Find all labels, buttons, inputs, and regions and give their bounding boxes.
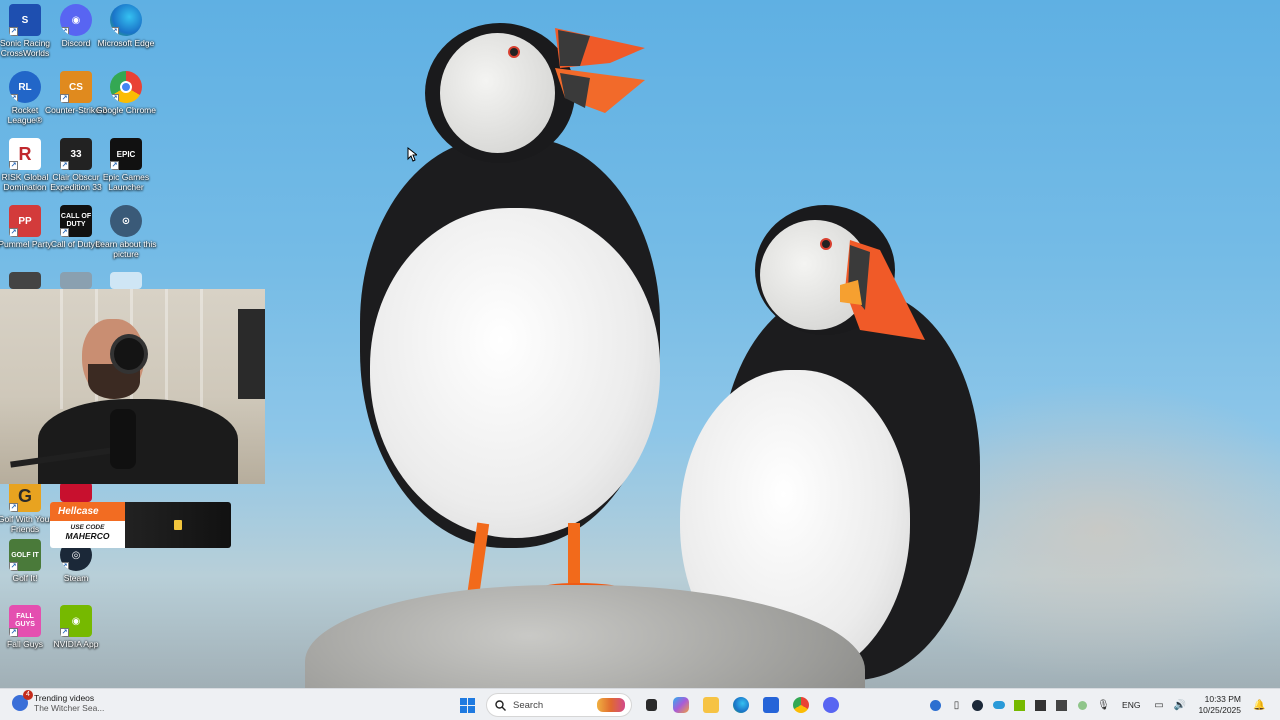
taskbar-app-edge[interactable] bbox=[728, 692, 754, 718]
webcam-overlay bbox=[0, 289, 265, 484]
epic-games-icon: EPIC ↗ bbox=[110, 138, 142, 170]
windows-logo-icon bbox=[459, 697, 475, 713]
desktop-icon-epic-games[interactable]: EPIC ↗ Epic Games Launcher bbox=[95, 138, 157, 192]
start-button[interactable] bbox=[454, 692, 480, 718]
fall-guys-logo-text: FALL GUYS bbox=[15, 613, 35, 628]
icon-label: Steam bbox=[63, 573, 89, 583]
puffin-left bbox=[360, 18, 660, 638]
desktop-icon-among[interactable] bbox=[45, 482, 107, 502]
chrome-icon bbox=[793, 697, 809, 713]
taskbar-app-chrome[interactable] bbox=[788, 692, 814, 718]
notification-bell-icon[interactable]: 🔔 bbox=[1252, 697, 1268, 713]
golf-with-friends-icon: G ↗ bbox=[9, 480, 41, 512]
icon-label: Google Chrome bbox=[95, 105, 156, 115]
chrome-icon: ↗ bbox=[110, 71, 142, 103]
nvidia-icon: ◉ ↗ bbox=[60, 605, 92, 637]
promo-banner: Hellcase USE CODE MAHERCO bbox=[50, 502, 231, 548]
gem-icon bbox=[174, 520, 182, 530]
edge-icon: ↗ bbox=[110, 4, 142, 36]
taskbar-apps: Search bbox=[452, 692, 846, 718]
desktop-icon-edge[interactable]: ↗ Microsoft Edge bbox=[95, 4, 157, 48]
notification-badge: 4 bbox=[23, 690, 33, 700]
widgets-button[interactable]: 4 Trending videos The Witcher Sea... bbox=[12, 690, 105, 713]
app-tray-icon[interactable] bbox=[1054, 697, 1070, 713]
widget-title: Trending videos bbox=[34, 693, 95, 703]
clair-obscur-icon: 33 ↗ bbox=[60, 138, 92, 170]
golf-it-icon: GOLF IT ↗ bbox=[9, 539, 41, 571]
discord-icon: ◉ ↗ bbox=[60, 4, 92, 36]
call-of-duty-icon: CALL OF DUTY ↗ bbox=[60, 205, 92, 237]
icon-label: Epic Games Launcher bbox=[102, 172, 150, 192]
fall-guys-icon: FALL GUYS ↗ bbox=[9, 605, 41, 637]
usb-icon[interactable]: ▯ bbox=[949, 697, 965, 713]
beak-right bbox=[840, 240, 925, 340]
game-icon bbox=[9, 272, 41, 289]
status-dot-icon[interactable] bbox=[1075, 697, 1091, 713]
volume-icon[interactable]: 🔊 bbox=[1172, 697, 1188, 713]
network-icon[interactable]: ▭ bbox=[1151, 697, 1167, 713]
taskbar-app-discord[interactable] bbox=[818, 692, 844, 718]
cod-logo-text: CALL OF DUTY bbox=[60, 213, 92, 228]
promo-code: MAHERCO bbox=[65, 531, 110, 541]
microphone bbox=[110, 409, 136, 469]
taskbar-search[interactable]: Search bbox=[486, 693, 632, 717]
recycle-bin-icon bbox=[110, 272, 142, 289]
store-icon bbox=[763, 697, 779, 713]
folder-icon bbox=[703, 697, 719, 713]
taskbar-app-copilot[interactable] bbox=[668, 692, 694, 718]
hdr-icon[interactable] bbox=[1033, 697, 1049, 713]
taskbar-app-store[interactable] bbox=[758, 692, 784, 718]
copilot-icon bbox=[673, 697, 689, 713]
task-view-button[interactable] bbox=[638, 692, 664, 718]
cloud-icon[interactable] bbox=[991, 697, 1007, 713]
desktop-icon-learn-picture[interactable]: ⊙ Learn about this picture bbox=[95, 205, 157, 259]
promo-use-code: USE CODE bbox=[70, 524, 105, 531]
search-icon bbox=[495, 699, 506, 711]
clock-time: 10:33 PM bbox=[1204, 694, 1241, 704]
desktop-icon-recycle-bin[interactable] bbox=[95, 272, 157, 289]
microphone-icon[interactable]: 🎙 bbox=[1096, 697, 1112, 713]
desktop-icon-chrome[interactable]: ↗ Google Chrome bbox=[95, 71, 157, 115]
promo-brand: Hellcase bbox=[50, 502, 125, 521]
taskbar-app-file-explorer[interactable] bbox=[698, 692, 724, 718]
tray-app-icon[interactable] bbox=[928, 697, 944, 713]
headphones bbox=[110, 334, 148, 374]
desktop-icon-nvidia[interactable]: ◉ ↗ NVIDIA App bbox=[45, 605, 107, 649]
nvidia-tray-icon[interactable] bbox=[1012, 697, 1028, 713]
counter-strike-icon: CS ↗ bbox=[60, 71, 92, 103]
wall-screen bbox=[238, 309, 265, 399]
learn-picture-icon: ⊙ bbox=[110, 205, 142, 237]
sonic-icon: S ↗ bbox=[9, 4, 41, 36]
language-indicator[interactable]: ENG bbox=[1122, 700, 1140, 710]
discord-icon bbox=[823, 697, 839, 713]
icon-label: Microsoft Edge bbox=[97, 38, 155, 48]
taskbar: 4 Trending videos The Witcher Sea... Sea… bbox=[0, 688, 1280, 720]
clock[interactable]: 10:33 PM 10/25/2025 bbox=[1198, 694, 1241, 716]
icon-label: NVIDIA App bbox=[53, 639, 99, 649]
pummel-party-icon: PP ↗ bbox=[9, 205, 41, 237]
beak-left bbox=[555, 28, 645, 113]
widget-subtitle: The Witcher Sea... bbox=[34, 703, 105, 713]
epic-logo-text: EPIC bbox=[116, 149, 136, 159]
edge-icon bbox=[733, 697, 749, 713]
widgets-icon: 4 bbox=[12, 690, 33, 711]
streamer-body bbox=[38, 399, 238, 484]
icon-label: Golf With Your Friends bbox=[0, 514, 53, 534]
search-placeholder: Search bbox=[513, 699, 544, 711]
steam-tray-icon[interactable] bbox=[970, 697, 986, 713]
risk-icon: R ↗ bbox=[9, 138, 41, 170]
task-view-icon bbox=[645, 699, 657, 711]
rocket-league-icon: RL ↗ bbox=[9, 71, 41, 103]
icon-label: Learn about this picture bbox=[95, 239, 157, 259]
system-tray: ▯ 🎙 ENG ▭ 🔊 10:33 PM 10/25/2025 🔔 bbox=[925, 692, 1270, 718]
game-icon bbox=[60, 482, 92, 502]
search-highlight-icon bbox=[597, 698, 625, 712]
game-icon bbox=[60, 272, 92, 289]
clock-date: 10/25/2025 bbox=[1198, 705, 1241, 715]
mouse-cursor-icon bbox=[407, 147, 417, 162]
